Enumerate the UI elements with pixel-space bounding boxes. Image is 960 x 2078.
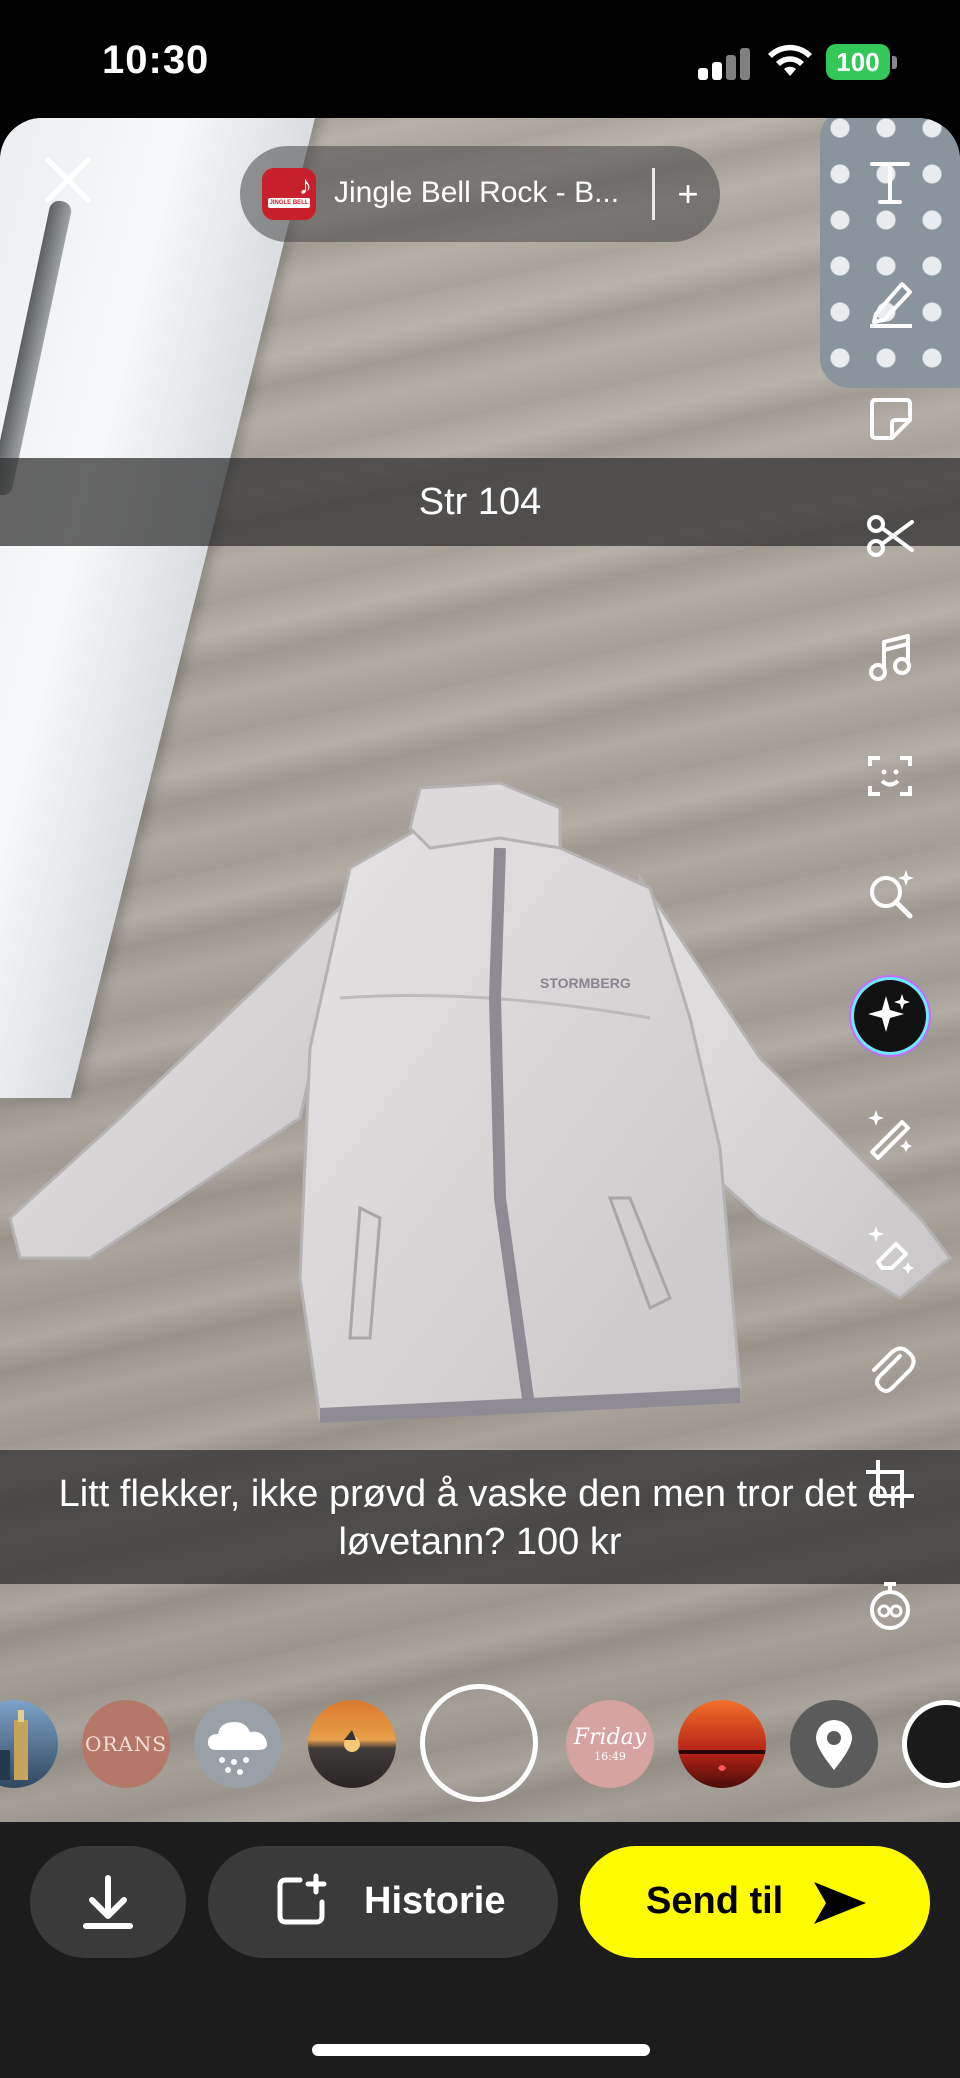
music-album-art: ♪ JINGLE BELL ROCK	[262, 168, 316, 220]
jacket-brand: STORMBERG	[540, 975, 631, 991]
music-title: Jingle Bell Rock - B...	[334, 176, 620, 209]
paperclip-icon[interactable]	[862, 1340, 918, 1396]
lens-orange[interactable]: ORANS	[82, 1700, 170, 1788]
add-music-button[interactable]: +	[668, 166, 708, 222]
status-time: 10:30	[102, 38, 210, 82]
story-button[interactable]: Historie	[208, 1846, 558, 1958]
caption-description[interactable]: Litt flekker, ikke prøvd å vaske den men…	[0, 1450, 960, 1584]
lens-friday[interactable]: Friday 16:49	[566, 1700, 654, 1788]
send-to-label: Send til	[646, 1880, 784, 1922]
cellular-signal-icon	[698, 46, 752, 80]
send-to-button[interactable]: Send til	[580, 1846, 930, 1958]
lens-orange-label: ORANS	[84, 1732, 168, 1756]
lens-weather[interactable]	[194, 1700, 282, 1788]
add-story-icon	[277, 1873, 327, 1925]
search-sparkle-icon[interactable]	[862, 866, 918, 922]
music-pill[interactable]: ♪ JINGLE BELL ROCK Jingle Bell Rock - B.…	[240, 146, 720, 242]
lens-friday-time: 16:49	[594, 1750, 626, 1763]
jacket-image: STORMBERG	[8, 781, 953, 1423]
pencil-icon[interactable]	[862, 272, 918, 328]
battery-indicator: 100	[826, 44, 890, 80]
battery-tip	[892, 56, 897, 69]
lens-lake[interactable]	[678, 1700, 766, 1788]
music-note-icon: ♪	[299, 170, 312, 200]
save-button[interactable]	[30, 1846, 186, 1958]
lens-location[interactable]	[790, 1700, 878, 1788]
send-arrow-icon	[814, 1882, 866, 1924]
text-icon[interactable]	[862, 154, 918, 210]
capture-button[interactable]	[420, 1684, 538, 1802]
status-bar: 10:30 100	[0, 0, 960, 118]
close-icon[interactable]	[40, 152, 96, 208]
album-art-text: JINGLE BELL ROCK	[268, 198, 310, 216]
music-divider	[652, 168, 655, 220]
crop-icon[interactable]	[862, 1456, 918, 1512]
wifi-icon	[768, 44, 812, 76]
cloud-snow-icon	[208, 1722, 267, 1775]
music-note-icon[interactable]	[862, 630, 918, 686]
scissors-icon[interactable]	[862, 508, 918, 564]
home-indicator	[312, 2044, 650, 2056]
lens-friday-label: Friday	[573, 1725, 647, 1750]
scan-icon[interactable]	[862, 748, 918, 804]
timer-icon[interactable]	[862, 1578, 918, 1634]
magic-wand-icon[interactable]	[862, 1104, 918, 1160]
location-pin-icon	[816, 1720, 852, 1770]
ai-sparkle-icon[interactable]	[854, 980, 926, 1052]
story-button-label: Historie	[364, 1880, 506, 1922]
lens-sunset[interactable]	[308, 1700, 396, 1788]
caption-size[interactable]: Str 104	[0, 458, 960, 546]
download-icon	[83, 1875, 133, 1929]
eraser-sparkle-icon[interactable]	[862, 1222, 918, 1278]
sticker-icon[interactable]	[862, 390, 918, 446]
